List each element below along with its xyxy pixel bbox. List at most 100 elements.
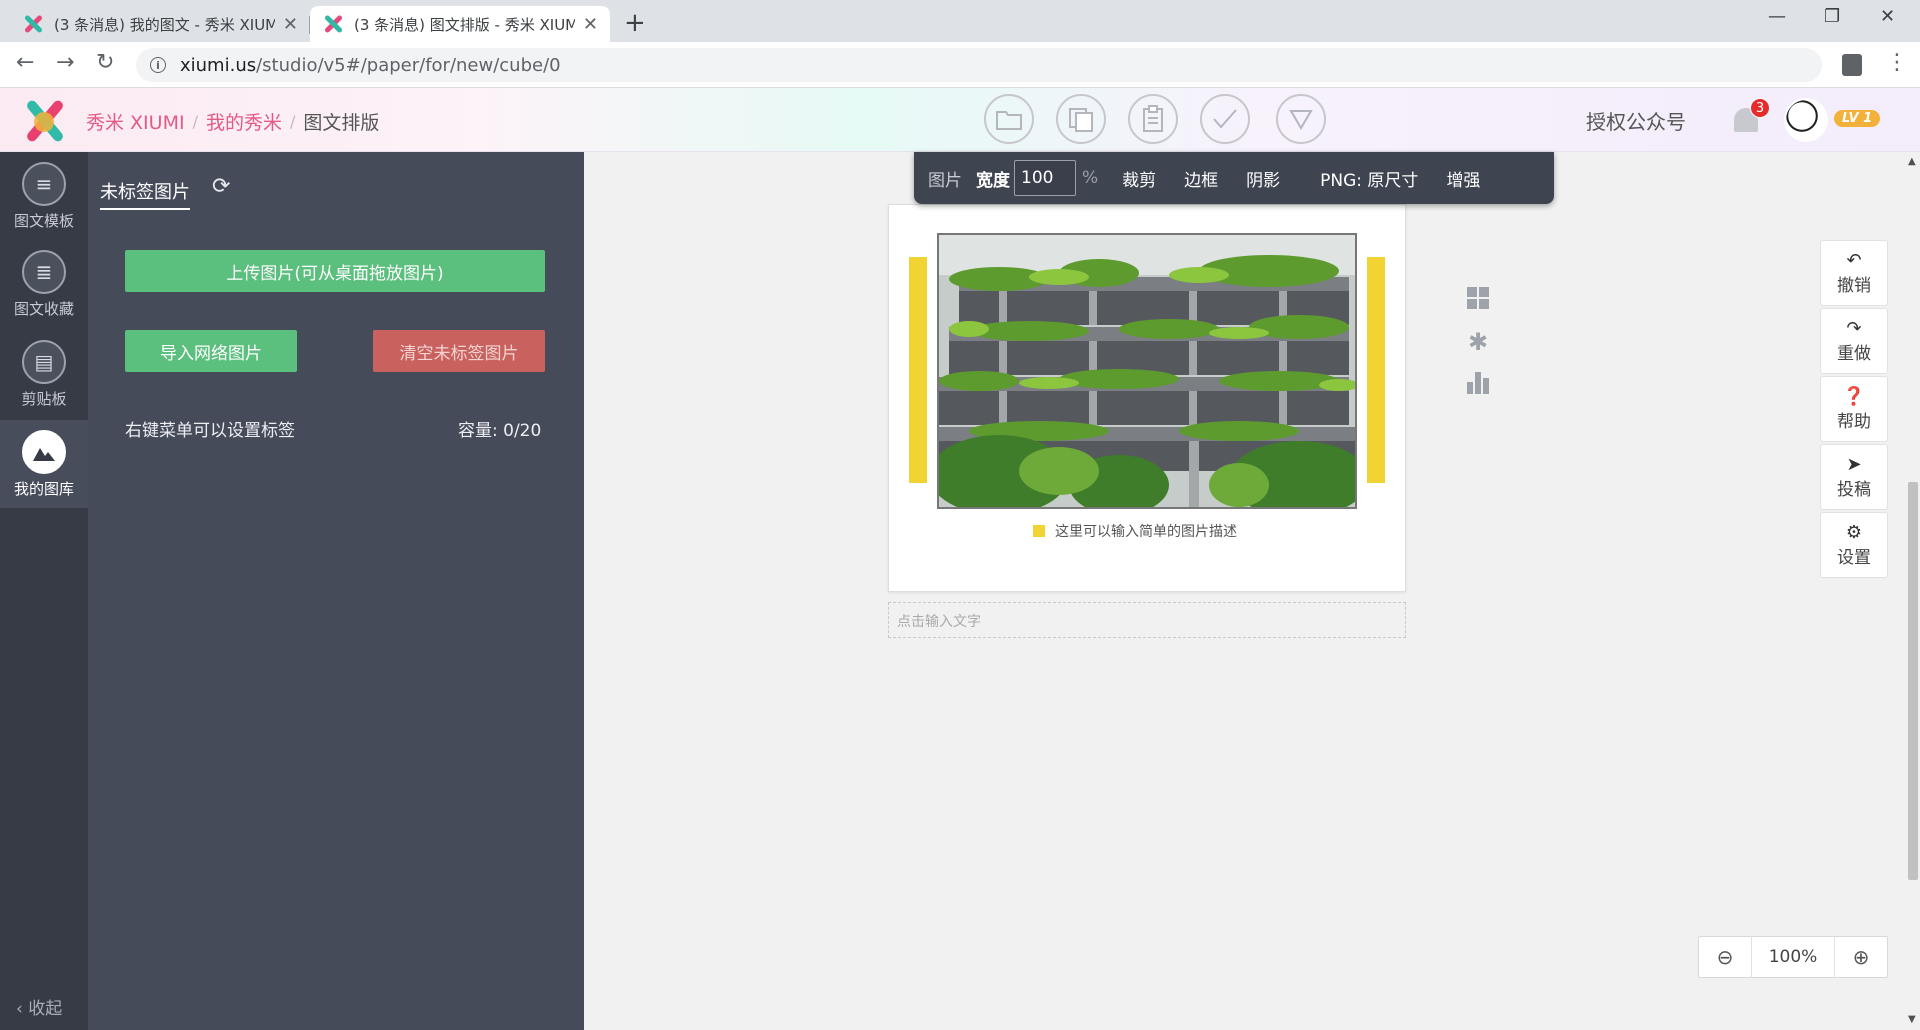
image-caption[interactable]: 这里可以输入简单的图片描述 [1033, 521, 1237, 541]
right-toolbar: ↶ 撤销 ↷ 重做 ❓ 帮助 ➤ 投稿 ⚙ 设置 [1820, 240, 1888, 580]
rail-item-templates[interactable]: ≡ 图文模板 [0, 152, 88, 240]
chevron-left-icon: ‹ [16, 999, 29, 1019]
browser-tab-active[interactable]: (3 条消息) 图文排版 - 秀米 XIUMI ✕ [310, 6, 610, 42]
grid-icon[interactable] [1464, 286, 1492, 328]
zoom-in-icon[interactable]: ⊕ [1835, 945, 1887, 969]
close-tab-icon[interactable]: ✕ [283, 14, 298, 35]
clipboard-icon: ▤ [22, 340, 66, 384]
undo-button[interactable]: ↶ 撤销 [1820, 240, 1888, 306]
upload-image-button[interactable]: 上传图片(可从桌面拖放图片) [125, 250, 545, 292]
width-label: 宽度 [976, 170, 1010, 191]
close-tab-icon[interactable]: ✕ [583, 14, 598, 35]
left-rail: ≡ 图文模板 ≣ 图文收藏 ▤ 剪贴板 我的图库 ‹ 收起 [0, 152, 88, 1030]
favorite-icon: ≣ [22, 250, 66, 294]
url-host: xiumi.us [180, 54, 257, 76]
submit-button[interactable]: ➤ 投稿 [1820, 444, 1888, 510]
undo-label: 撤销 [1837, 275, 1871, 296]
redo-label: 重做 [1837, 343, 1871, 364]
width-unit: % [1082, 168, 1099, 188]
rail-item-clipboard[interactable]: ▤ 剪贴板 [0, 330, 88, 418]
close-window-icon[interactable]: ✕ [1880, 6, 1895, 27]
avatar[interactable] [1784, 98, 1828, 142]
tab-untagged-images[interactable]: 未标签图片 [100, 178, 190, 210]
menu-icon[interactable]: ⋮ [1886, 50, 1908, 75]
right-accent-bar [1367, 257, 1385, 483]
address-bar: ← → ↻ i xiumi.us/studio/v5#/paper/for/ne… [0, 42, 1920, 88]
xiumi-favicon-icon [22, 13, 44, 35]
authorize-account-link[interactable]: 授权公众号 [1586, 106, 1686, 135]
clear-untagged-button[interactable]: 清空未标签图片 [373, 330, 545, 372]
editor-canvas: 这里可以输入简单的图片描述 点击输入文字 图片 宽度 % 裁剪 边框 阴影 PN… [584, 152, 1904, 1030]
settings-button[interactable]: ⚙ 设置 [1820, 512, 1888, 578]
width-input[interactable] [1014, 160, 1076, 196]
xiumi-logo[interactable] [20, 98, 68, 144]
bar-chart-icon[interactable] [1464, 370, 1492, 412]
zoom-control: ⊖ 100% ⊕ [1698, 936, 1888, 978]
rail-item-label: 图文收藏 [13, 300, 74, 318]
folder-icon[interactable] [984, 94, 1034, 144]
breadcrumb: 秀米 XIUMI / 我的秀米 / 图文排版 [86, 108, 379, 135]
forward-icon[interactable]: → [56, 50, 74, 75]
new-tab-button[interactable]: + [624, 8, 646, 38]
profile-icon[interactable] [1842, 54, 1862, 76]
breadcrumb-my-xiumi[interactable]: 我的秀米 [206, 108, 282, 135]
collapse-button[interactable]: ‹ 收起 [16, 994, 62, 1019]
text-input-area[interactable]: 点击输入文字 [888, 602, 1406, 638]
scrollbar-thumb[interactable] [1908, 482, 1918, 880]
breadcrumb-home[interactable]: 秀米 XIUMI [86, 108, 185, 135]
page-scrollbar[interactable]: ▲ ▼ [1904, 152, 1920, 1030]
undo-icon: ↶ [1846, 249, 1862, 271]
browser-tab-bar: (3 条消息) 我的图文 - 秀米 XIUMI ✕ (3 条消息) 图文排版 -… [0, 0, 1920, 42]
scroll-up-icon[interactable]: ▲ [1908, 156, 1916, 167]
check-icon[interactable] [1200, 94, 1250, 144]
rail-item-label: 剪贴板 [21, 390, 67, 408]
minimize-icon[interactable]: — [1768, 6, 1786, 27]
refresh-icon[interactable]: ⟳ [212, 174, 230, 199]
gear-icon: ⚙ [1845, 521, 1863, 543]
zoom-value: 100% [1751, 936, 1835, 978]
gallery-panel: 未标签图片 ⟳ 上传图片(可从桌面拖放图片) 导入网络图片 清空未标签图片 右键… [88, 152, 584, 1030]
shadow-button[interactable]: 阴影 [1232, 166, 1294, 191]
url-field[interactable]: i xiumi.us/studio/v5#/paper/for/new/cube… [136, 48, 1822, 82]
enhance-button[interactable]: 增强 [1432, 166, 1494, 191]
info-icon[interactable]: i [150, 57, 166, 73]
rail-item-gallery[interactable]: 我的图库 [0, 420, 88, 508]
border-button[interactable]: 边框 [1170, 166, 1232, 191]
breadcrumb-current: 图文排版 [303, 112, 380, 134]
submit-label: 投稿 [1837, 479, 1871, 500]
level-badge: LV 1 [1834, 110, 1881, 127]
format-button[interactable]: PNG: 原尺寸 [1306, 166, 1432, 191]
asterisk-icon[interactable]: ✱ [1464, 328, 1492, 370]
scroll-down-icon[interactable]: ▼ [1908, 1014, 1916, 1025]
gallery-icon [22, 430, 66, 474]
back-icon[interactable]: ← [16, 50, 34, 75]
breadcrumb-separator: / [192, 112, 198, 131]
browser-tab[interactable]: (3 条消息) 我的图文 - 秀米 XIUMI ✕ [10, 6, 310, 42]
maximize-icon[interactable]: ❐ [1824, 6, 1840, 27]
article-paper[interactable]: 这里可以输入简单的图片描述 [888, 204, 1406, 592]
tag-hint: 右键菜单可以设置标签 [125, 421, 295, 441]
redo-icon: ↷ [1846, 317, 1862, 339]
crop-button[interactable]: 裁剪 [1108, 166, 1170, 191]
capacity-label: 容量: 0/20 [458, 421, 542, 441]
paste-icon[interactable] [1128, 94, 1178, 144]
image-toolbar: 图片 宽度 % 裁剪 边框 阴影 PNG: 原尺寸 增强 [914, 152, 1554, 204]
copy-icon[interactable] [1056, 94, 1106, 144]
triangle-down-icon[interactable] [1276, 94, 1326, 144]
redo-button[interactable]: ↷ 重做 [1820, 308, 1888, 374]
help-icon: ❓ [1842, 385, 1866, 407]
caption-text: 这里可以输入简单的图片描述 [1055, 524, 1237, 540]
import-web-image-button[interactable]: 导入网络图片 [125, 330, 297, 372]
app-header: 秀米 XIUMI / 我的秀米 / 图文排版 授权公众号 3 LV 1 [0, 88, 1920, 152]
help-button[interactable]: ❓ 帮助 [1820, 376, 1888, 442]
notification-bell-icon[interactable]: 3 [1730, 98, 1770, 138]
reload-icon[interactable]: ↻ [96, 50, 114, 75]
tab-title: (3 条消息) 图文排版 - 秀米 XIUMI [354, 15, 575, 34]
settings-label: 设置 [1837, 547, 1871, 568]
url-path: /studio/v5#/paper/for/new/cube/0 [256, 54, 561, 76]
rail-item-favorites[interactable]: ≣ 图文收藏 [0, 240, 88, 328]
zoom-out-icon[interactable]: ⊖ [1699, 945, 1751, 969]
send-icon: ➤ [1846, 453, 1862, 475]
image-type-label: 图片 [928, 170, 962, 191]
building-photo[interactable] [937, 233, 1357, 509]
